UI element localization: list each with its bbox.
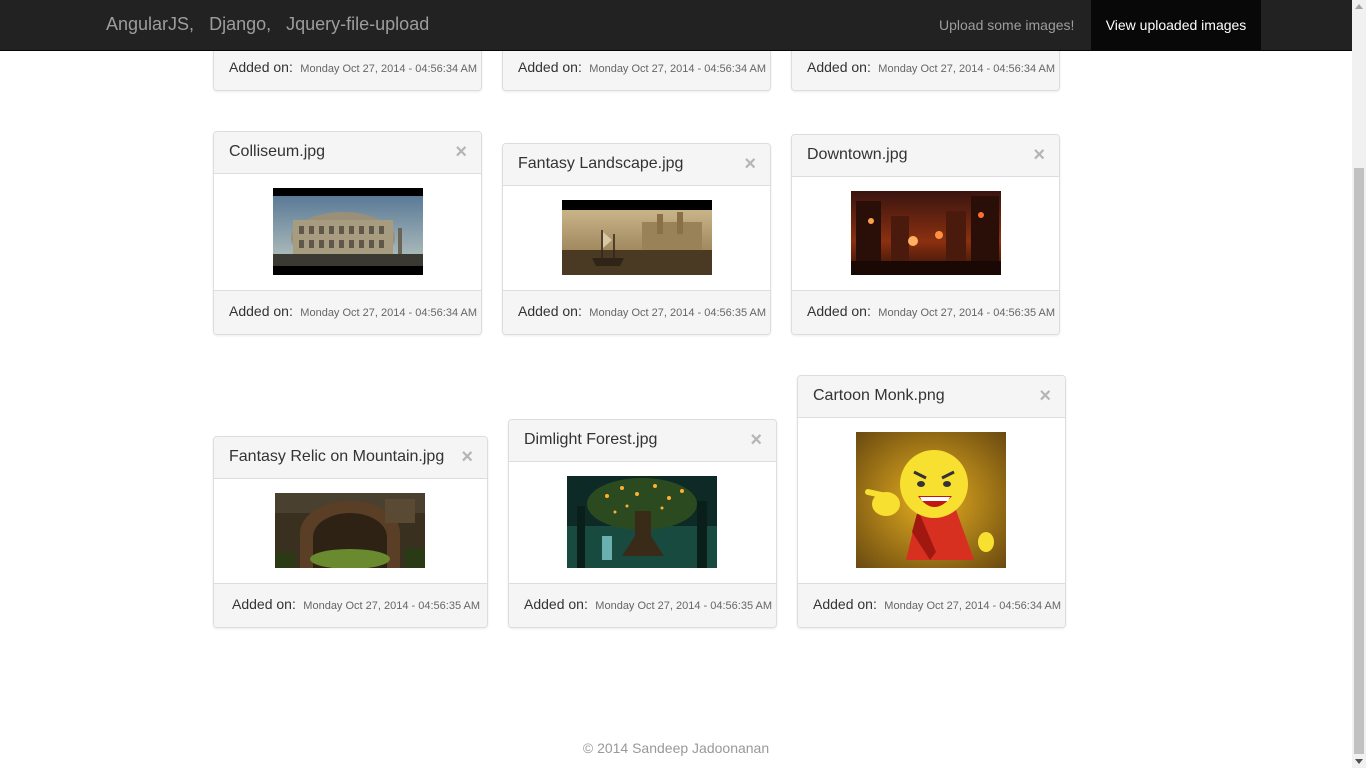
close-icon[interactable]: × — [1033, 145, 1045, 165]
brand-angularjs: AngularJS, — [106, 14, 195, 34]
image-title: Dimlight Forest.jpg — [524, 431, 658, 448]
image-thumbnail[interactable] — [567, 476, 717, 568]
added-on-label: Added on: — [518, 59, 582, 75]
added-on-label: Added on: — [813, 596, 877, 612]
image-card: Fantasy Relic on Mountain.jpg × Added on… — [213, 436, 488, 628]
card-header: Fantasy Relic on Mountain.jpg × — [214, 437, 487, 479]
copyright-text: © 2014 Sandeep Jadoonanan — [582, 740, 770, 756]
image-card: Downtown.jpg × Added on: Monday Oct 27, … — [791, 134, 1060, 335]
added-date: Monday Oct 27, 2014 - 04:56:35 AM — [589, 307, 767, 319]
scrollbar-thumb[interactable] — [1354, 168, 1364, 754]
image-title: Cartoon Monk.png — [813, 387, 945, 404]
added-on-label: Added on: — [518, 303, 582, 319]
nav-view-link[interactable]: View uploaded images — [1091, 0, 1261, 50]
image-thumbnail[interactable] — [275, 493, 425, 568]
image-title: Fantasy Landscape.jpg — [518, 155, 684, 172]
image-card: Cartoon Monk.png × Added on: Monday Oct … — [797, 375, 1066, 628]
close-icon[interactable]: × — [461, 447, 473, 467]
image-thumbnail[interactable] — [562, 200, 712, 275]
card-footer: Added on: Monday Oct 27, 2014 - 04:56:35… — [509, 583, 776, 627]
added-date: Monday Oct 27, 2014 - 04:56:35 AM — [303, 600, 481, 612]
added-on-label: Added on: — [232, 596, 296, 612]
page: Added on: Monday Oct 27, 2014 - 04:56:34… — [0, 0, 1366, 768]
card-footer: Added on: Monday Oct 27, 2014 - 04:56:35… — [792, 290, 1059, 334]
vertical-scrollbar[interactable] — [1352, 0, 1366, 768]
card-footer: Added on: Monday Oct 27, 2014 - 04:56:34… — [214, 46, 481, 90]
image-thumbnail[interactable] — [856, 432, 1006, 568]
added-date: Monday Oct 27, 2014 - 04:56:34 AM — [884, 600, 1062, 612]
navbar: AngularJS, Django, Jquery-file-upload Up… — [0, 0, 1352, 51]
image-card: Colliseum.jpg × Added on: Monday Oct 27,… — [213, 131, 482, 335]
image-title: Colliseum.jpg — [229, 143, 326, 160]
added-on-label: Added on: — [229, 303, 293, 319]
scroll-up-arrow-icon[interactable] — [1355, 4, 1363, 9]
scroll-down-arrow-icon[interactable] — [1355, 759, 1363, 764]
added-date: Monday Oct 27, 2014 - 04:56:34 AM — [878, 63, 1056, 75]
card-footer: Added on: Monday Oct 27, 2014 - 04:56:34… — [792, 46, 1059, 90]
brand-django: Django, — [209, 14, 272, 34]
image-thumbnail[interactable] — [273, 188, 423, 275]
image-card: Dimlight Forest.jpg × Added on: Monday O… — [508, 419, 777, 628]
image-card: Fantasy Landscape.jpg × Added on: Monday… — [502, 143, 771, 335]
card-footer: Added on: Monday Oct 27, 2014 - 04:56:34… — [798, 583, 1065, 627]
nav-upload-link[interactable]: Upload some images! — [939, 0, 1074, 50]
added-date: Monday Oct 27, 2014 - 04:56:34 AM — [589, 63, 767, 75]
added-date: Monday Oct 27, 2014 - 04:56:35 AM — [878, 307, 1056, 319]
navbar-brand[interactable]: AngularJS, Django, Jquery-file-upload — [106, 14, 439, 35]
image-title: Fantasy Relic on Mountain.jpg — [229, 448, 445, 465]
added-on-label: Added on: — [807, 303, 871, 319]
close-icon[interactable]: × — [744, 154, 756, 174]
image-title: Downtown.jpg — [807, 146, 908, 163]
card-footer: Added on: Monday Oct 27, 2014 - 04:56:34… — [214, 290, 481, 334]
close-icon[interactable]: × — [750, 430, 762, 450]
close-icon[interactable]: × — [1039, 386, 1051, 406]
card-footer: Added on: Monday Oct 27, 2014 - 04:56:35… — [214, 583, 487, 627]
image-thumbnail[interactable] — [851, 191, 1001, 275]
added-date: Monday Oct 27, 2014 - 04:56:34 AM — [300, 307, 478, 319]
card-header: Fantasy Landscape.jpg × — [503, 144, 770, 186]
close-icon[interactable]: × — [455, 142, 467, 162]
card-footer: Added on: Monday Oct 27, 2014 - 04:56:35… — [503, 290, 770, 334]
card-header: Colliseum.jpg × — [214, 132, 481, 174]
added-on-label: Added on: — [807, 59, 871, 75]
brand-jquery-file-upload: Jquery-file-upload — [286, 14, 430, 34]
added-on-label: Added on: — [229, 59, 293, 75]
added-date: Monday Oct 27, 2014 - 04:56:34 AM — [300, 63, 478, 75]
added-date: Monday Oct 27, 2014 - 04:56:35 AM — [595, 600, 773, 612]
card-footer: Added on: Monday Oct 27, 2014 - 04:56:34… — [503, 46, 770, 90]
card-header: Dimlight Forest.jpg × — [509, 420, 776, 462]
card-header: Downtown.jpg × — [792, 135, 1059, 177]
card-header: Cartoon Monk.png × — [798, 376, 1065, 418]
added-on-label: Added on: — [524, 596, 588, 612]
